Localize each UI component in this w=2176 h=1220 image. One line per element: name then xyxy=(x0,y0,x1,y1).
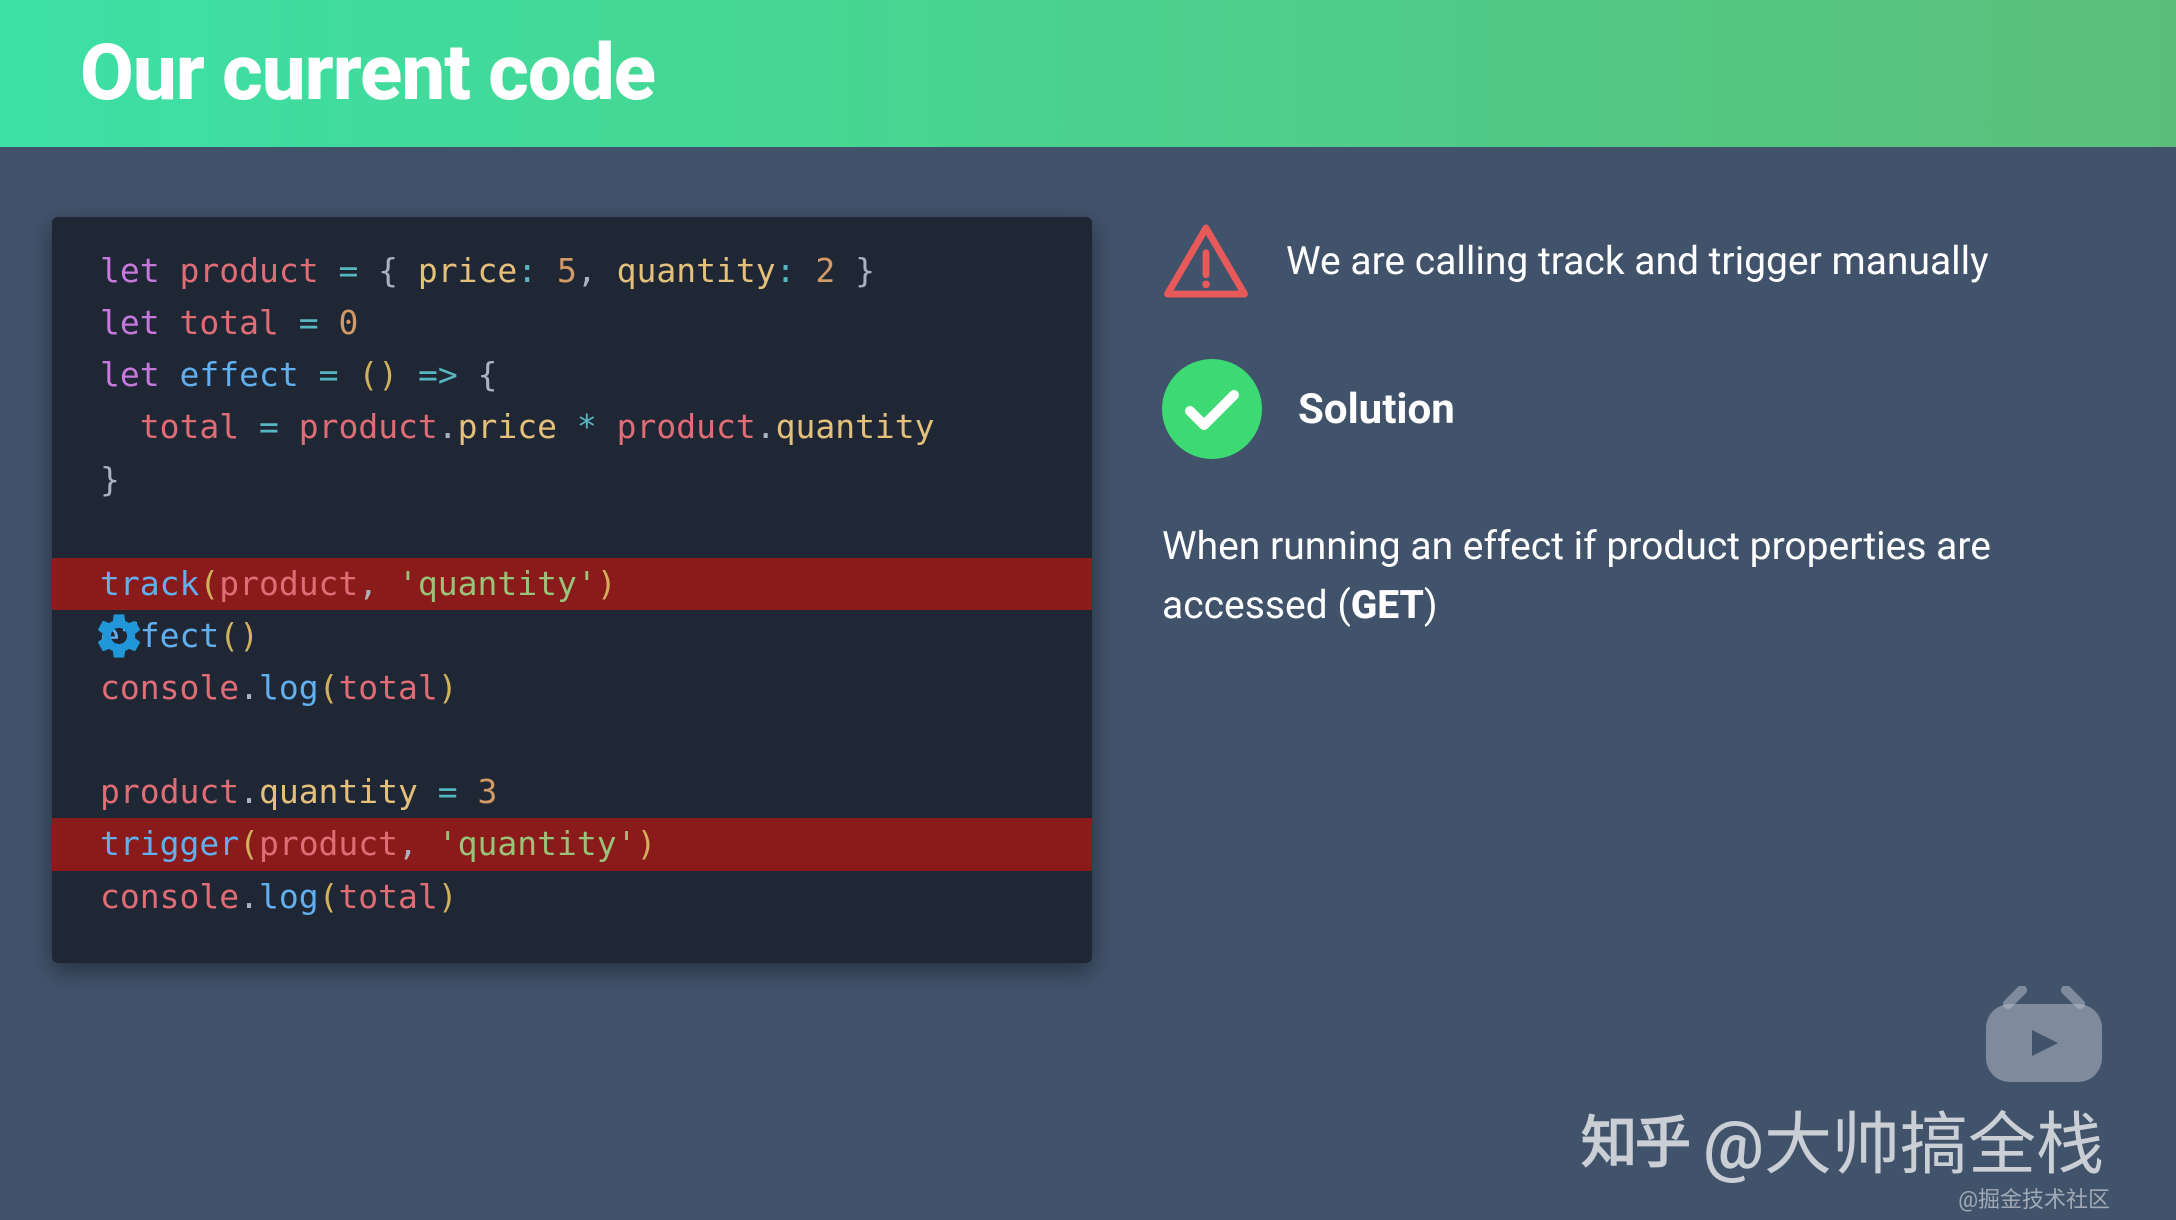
code-line: effect() xyxy=(52,610,1092,662)
code-line: let product = { price: 5, quantity: 2 } xyxy=(52,245,1092,297)
code-line xyxy=(52,506,1092,558)
bilibili-icon xyxy=(1978,986,2110,1086)
check-icon xyxy=(1162,359,1262,459)
code-panel: let product = { price: 5, quantity: 2 }l… xyxy=(52,217,1092,963)
slide-header: Our current code xyxy=(0,0,2176,147)
code-line: console.log(total) xyxy=(52,871,1092,923)
solution-label: Solution xyxy=(1298,385,1455,434)
solution-description: When running an effect if product proper… xyxy=(1162,517,2116,634)
warning-row: We are calling track and trigger manuall… xyxy=(1162,221,2116,301)
warning-icon xyxy=(1162,221,1250,301)
solution-row: Solution xyxy=(1162,359,2116,459)
code-line xyxy=(52,714,1092,766)
slide-content: let product = { price: 5, quantity: 2 }l… xyxy=(0,147,2176,963)
warning-text: We are calling track and trigger manuall… xyxy=(1286,238,1989,284)
zhihu-logo: 知乎 xyxy=(1581,1098,1689,1179)
code-line: let effect = () => { xyxy=(52,349,1092,401)
gear-icon xyxy=(92,609,146,663)
notes-column: We are calling track and trigger manuall… xyxy=(1162,217,2116,963)
code-line: let total = 0 xyxy=(52,297,1092,349)
watermark-text: @大帅搞全栈 xyxy=(1703,1089,2104,1188)
code-line: track(product, 'quantity') xyxy=(52,558,1092,610)
watermark: 知乎 @大帅搞全栈 xyxy=(1581,1089,2104,1188)
slide-title: Our current code xyxy=(80,28,2096,119)
code-line: trigger(product, 'quantity') xyxy=(52,818,1092,870)
code-line: console.log(total) xyxy=(52,662,1092,714)
code-line: } xyxy=(52,454,1092,506)
sub-watermark: @掘金技术社区 xyxy=(1958,1182,2110,1214)
code-line: total = product.price * product.quantity xyxy=(52,401,1092,453)
code-container: let product = { price: 5, quantity: 2 }l… xyxy=(52,245,1092,923)
code-line: product.quantity = 3 xyxy=(52,766,1092,818)
